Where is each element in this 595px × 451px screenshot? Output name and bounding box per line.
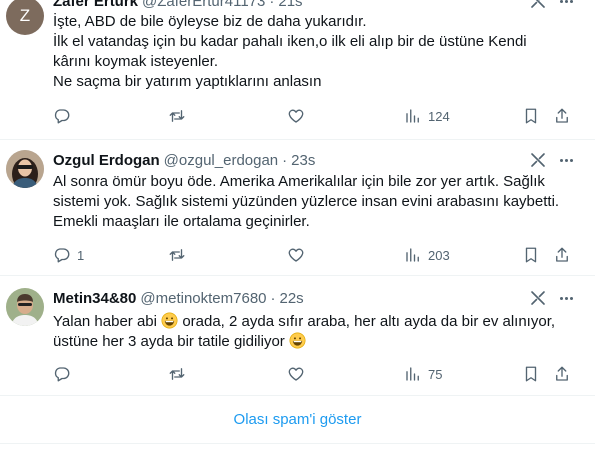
author-handle[interactable]: @ozgul_erdogan xyxy=(164,152,278,169)
tweet-actions: 124 xyxy=(53,106,595,126)
timestamp[interactable]: 23s xyxy=(291,152,315,169)
more-icon[interactable] xyxy=(557,289,575,307)
views-button[interactable]: 75 xyxy=(404,364,442,384)
tweet-text: İşte, ABD de bile öyleyse biz de daha yu… xyxy=(53,12,581,92)
tweet-actions: 75 xyxy=(53,364,595,384)
retweet-button[interactable] xyxy=(168,106,192,126)
like-icon xyxy=(288,367,304,381)
tweet-text-line: İşte, ABD de bile öyleyse biz de daha yu… xyxy=(53,13,367,30)
tweet-header: Zafer Ertürk @ZaferErtur41173 · 21s xyxy=(53,0,595,11)
share-icon xyxy=(556,247,568,262)
grok-icon[interactable] xyxy=(529,0,547,10)
like-icon xyxy=(288,248,304,262)
timestamp[interactable]: 21s xyxy=(278,0,302,10)
bookmark-button[interactable] xyxy=(522,364,540,384)
grinning-emoji xyxy=(161,312,178,329)
tweet-text: Yalan haber abi orada, 2 ayda sıfır arab… xyxy=(53,312,581,352)
views-icon xyxy=(406,248,419,262)
share-icon xyxy=(556,366,568,381)
views-count: 203 xyxy=(428,247,450,263)
author-handle[interactable]: @ZaferErtur41173 xyxy=(142,0,265,10)
show-spam-link[interactable]: Olası spam'i göster xyxy=(0,396,595,444)
tweet-actions: 1 203 xyxy=(53,245,595,265)
reply-icon xyxy=(54,367,70,382)
tweet-header: Metin34&80 @metinoktem7680 · 22s xyxy=(53,288,595,308)
grok-icon[interactable] xyxy=(529,289,547,307)
bookmark-icon xyxy=(525,366,537,382)
reply-button[interactable] xyxy=(53,106,77,126)
author-name[interactable]: Ozgul Erdogan xyxy=(53,152,160,169)
tweet-text: Al sonra ömür boyu öde. Amerika Amerikal… xyxy=(53,172,581,232)
author-name[interactable]: Zafer Ertürk xyxy=(53,0,138,10)
reply-count: 1 xyxy=(77,247,85,263)
like-button[interactable] xyxy=(287,106,311,126)
retweet-button[interactable] xyxy=(168,245,192,265)
tweet-text-segment: üstüne her 3 ayda bir tatile gidiliyor xyxy=(53,333,285,350)
tweet[interactable]: Z Zafer Ertürk @ZaferErtur41173 · 21s İş… xyxy=(0,0,595,140)
share-button[interactable] xyxy=(553,364,571,384)
bookmark-button[interactable] xyxy=(522,245,540,265)
reply-button[interactable] xyxy=(53,364,77,384)
separator-dot: · xyxy=(270,289,276,307)
separator-dot: · xyxy=(282,151,288,169)
retweet-icon xyxy=(169,110,185,122)
author-handle[interactable]: @metinoktem7680 xyxy=(140,290,266,307)
tweet-header: Ozgul Erdogan @ozgul_erdogan · 23s xyxy=(53,150,595,170)
avatar-image xyxy=(6,150,44,188)
separator-dot: · xyxy=(269,0,275,10)
grok-icon[interactable] xyxy=(529,151,547,169)
retweet-button[interactable] xyxy=(168,364,192,384)
tweet-text-line: İlk el vatandaş için bu kadar pahalı ike… xyxy=(53,33,527,50)
tweet-text-line: Al sonra ömür boyu öde. Amerika Amerikal… xyxy=(53,173,545,190)
tweet-text-line: kârını koymak isteyenler. xyxy=(53,53,219,70)
reply-icon xyxy=(54,109,70,124)
reply-icon xyxy=(54,248,70,263)
tweet[interactable]: Metin34&80 @metinoktem7680 · 22s Yalan h… xyxy=(0,276,595,396)
views-count: 75 xyxy=(428,366,443,382)
avatar-letter: Z xyxy=(19,6,31,25)
like-button[interactable] xyxy=(287,245,311,265)
like-icon xyxy=(288,109,304,123)
avatar[interactable] xyxy=(6,150,44,188)
avatar-image xyxy=(6,288,44,326)
share-button[interactable] xyxy=(553,106,571,126)
timestamp[interactable]: 22s xyxy=(280,290,304,307)
like-button[interactable] xyxy=(287,364,311,384)
more-icon[interactable] xyxy=(557,0,575,10)
retweet-icon xyxy=(169,249,185,261)
tweet-text-segment: orada, 2 ayda sıfır araba, her altı ayda… xyxy=(182,313,556,330)
bookmark-button[interactable] xyxy=(522,106,540,126)
tweet-text-line: Yalan haber abi orada, 2 ayda sıfır arab… xyxy=(53,312,581,332)
more-icon[interactable] xyxy=(557,151,575,169)
reply-button[interactable]: 1 xyxy=(53,245,84,265)
views-button[interactable]: 203 xyxy=(404,245,450,265)
views-button[interactable]: 124 xyxy=(404,106,450,126)
views-icon xyxy=(406,109,419,123)
tweet-text-line: sistemi yok. Sağlık sistemi yüzünden yüz… xyxy=(53,193,560,210)
views-count: 124 xyxy=(428,108,450,124)
tweet-text-line: Emekli maaşları ile ortalama geçinirler. xyxy=(53,213,310,230)
grinning-emoji xyxy=(289,332,306,349)
tweet[interactable]: Ozgul Erdogan @ozgul_erdogan · 23s Al so… xyxy=(0,140,595,276)
author-name[interactable]: Metin34&80 xyxy=(53,290,136,307)
avatar[interactable] xyxy=(6,288,44,326)
tweet-text-segment: Yalan haber abi xyxy=(53,313,157,330)
tweet-text-line: Ne saçma bir yatırım yaptıklarını anlası… xyxy=(53,73,322,90)
tweet-text-line: üstüne her 3 ayda bir tatile gidiliyor xyxy=(53,332,581,352)
share-button[interactable] xyxy=(553,245,571,265)
retweet-icon xyxy=(169,368,185,380)
bookmark-icon xyxy=(525,247,537,263)
bookmark-icon xyxy=(525,108,537,124)
avatar[interactable]: Z xyxy=(6,0,44,35)
views-icon xyxy=(406,367,419,381)
share-icon xyxy=(556,108,568,123)
show-spam-label: Olası spam'i göster xyxy=(233,411,362,428)
